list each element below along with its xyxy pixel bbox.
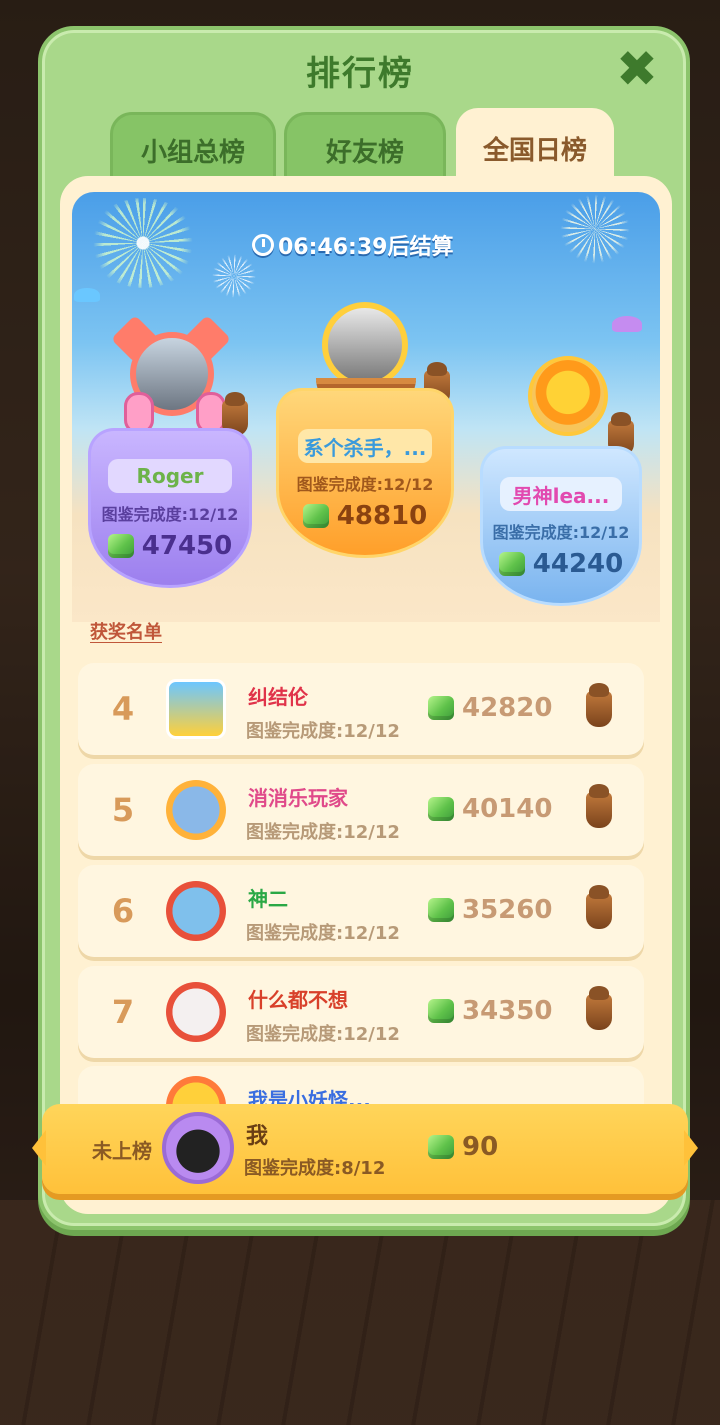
podium-name: 系个杀手，... — [297, 429, 433, 463]
award-list-label: 获奖名单 — [90, 622, 162, 643]
trophy-icon — [586, 683, 612, 727]
row-score: 35260 — [428, 895, 552, 925]
gem-icon — [428, 696, 454, 720]
row-avatar[interactable] — [166, 881, 226, 941]
gem-icon — [498, 552, 525, 576]
row-score: 42820 — [428, 693, 552, 723]
row-name: 什么都不想 — [248, 988, 348, 1012]
my-name: 我 — [246, 1124, 269, 1149]
trophy-icon — [586, 784, 612, 828]
row-score: 40140 — [428, 794, 552, 824]
row-rank: 6 — [111, 892, 135, 930]
close-icon: ✖ — [616, 40, 658, 98]
row-progress: 图鉴完成度:12/12 — [246, 822, 400, 843]
podium-progress: 图鉴完成度:12/12 — [296, 475, 434, 494]
confetti-decoration — [612, 316, 642, 332]
ribbon-right-decoration — [684, 1130, 698, 1166]
close-button[interactable]: ✖ — [610, 44, 664, 94]
podium-score: 48810 — [279, 501, 451, 531]
podium-progress: 图鉴完成度:12/12 — [101, 505, 239, 524]
row-avatar[interactable] — [166, 780, 226, 840]
podium-name: Roger — [108, 459, 232, 493]
trophy-icon — [586, 885, 612, 929]
row-rank: 5 — [111, 791, 135, 829]
row-progress: 图鉴完成度:12/12 — [246, 1024, 400, 1045]
row-rank: 4 — [111, 690, 135, 728]
timer-text: 06:46:39后结算 — [278, 235, 454, 260]
my-score-value: 90 — [462, 1132, 499, 1162]
podium-card-rank-2[interactable]: Roger 图鉴完成度:12/12 47450 — [88, 428, 252, 588]
gem-icon — [302, 504, 329, 528]
gem-icon — [428, 898, 454, 922]
ranking-row[interactable]: 4 纠结伦 图鉴完成度:12/12 42820 — [78, 663, 644, 755]
row-rank: 7 — [111, 993, 135, 1031]
ranking-row[interactable]: 6 神二 图鉴完成度:12/12 35260 — [78, 865, 644, 957]
podium-score-value: 47450 — [141, 531, 233, 561]
ranking-row[interactable]: 7 什么都不想 图鉴完成度:12/12 34350 — [78, 966, 644, 1058]
row-score-value: 42820 — [462, 693, 553, 723]
ribbon-left-decoration — [32, 1130, 46, 1166]
trophy-icon — [586, 986, 612, 1030]
podium-score: 44240 — [483, 549, 639, 579]
row-score-value: 35260 — [462, 895, 553, 925]
firework-decoration — [560, 194, 630, 264]
podium-score: 47450 — [91, 531, 249, 561]
tab-friends[interactable]: 好友榜 — [284, 112, 446, 186]
ranking-row[interactable]: 5 消消乐玩家 图鉴完成度:12/12 40140 — [78, 764, 644, 856]
row-name: 消消乐玩家 — [248, 786, 348, 810]
row-name: 神二 — [248, 887, 288, 911]
my-avatar[interactable] — [162, 1112, 234, 1184]
row-avatar[interactable] — [166, 679, 226, 739]
clock-icon — [252, 234, 274, 256]
podium-card-rank-3[interactable]: 男神lea... 图鉴完成度:12/12 44240 — [480, 446, 642, 606]
row-score: 34350 — [428, 996, 552, 1026]
my-progress: 图鉴完成度:8/12 — [244, 1158, 386, 1179]
gem-icon — [428, 797, 454, 821]
firework-decoration — [212, 254, 256, 298]
gem-icon — [428, 1135, 454, 1159]
podium-avatar-rank-1[interactable] — [322, 302, 408, 388]
tab-group-total[interactable]: 小组总榜 — [110, 112, 276, 186]
podium-card-rank-1[interactable]: 系个杀手，... 图鉴完成度:12/12 48810 — [276, 388, 454, 558]
podium-name: 男神lea... — [500, 477, 622, 511]
row-avatar[interactable] — [166, 982, 226, 1042]
podium-score-value: 48810 — [336, 501, 428, 531]
confetti-decoration — [74, 288, 100, 302]
row-score-value: 40140 — [462, 794, 553, 824]
podium-avatar-rank-3[interactable] — [528, 356, 608, 436]
podium-score-value: 44240 — [532, 549, 624, 579]
row-name: 纠结伦 — [248, 685, 308, 709]
row-progress: 图鉴完成度:12/12 — [246, 721, 400, 742]
settlement-timer: 06:46:39后结算 — [252, 230, 453, 260]
my-rank-status: 未上榜 — [92, 1138, 152, 1163]
my-ranking-bar[interactable]: 未上榜 我 图鉴完成度:8/12 90 — [32, 1104, 698, 1194]
podium-progress: 图鉴完成度:12/12 — [492, 523, 630, 542]
my-score: 90 — [428, 1132, 498, 1162]
row-progress: 图鉴完成度:12/12 — [246, 923, 400, 944]
firework-decoration — [88, 198, 198, 288]
gem-icon — [107, 534, 134, 558]
row-score-value: 34350 — [462, 996, 553, 1026]
gem-icon — [428, 999, 454, 1023]
